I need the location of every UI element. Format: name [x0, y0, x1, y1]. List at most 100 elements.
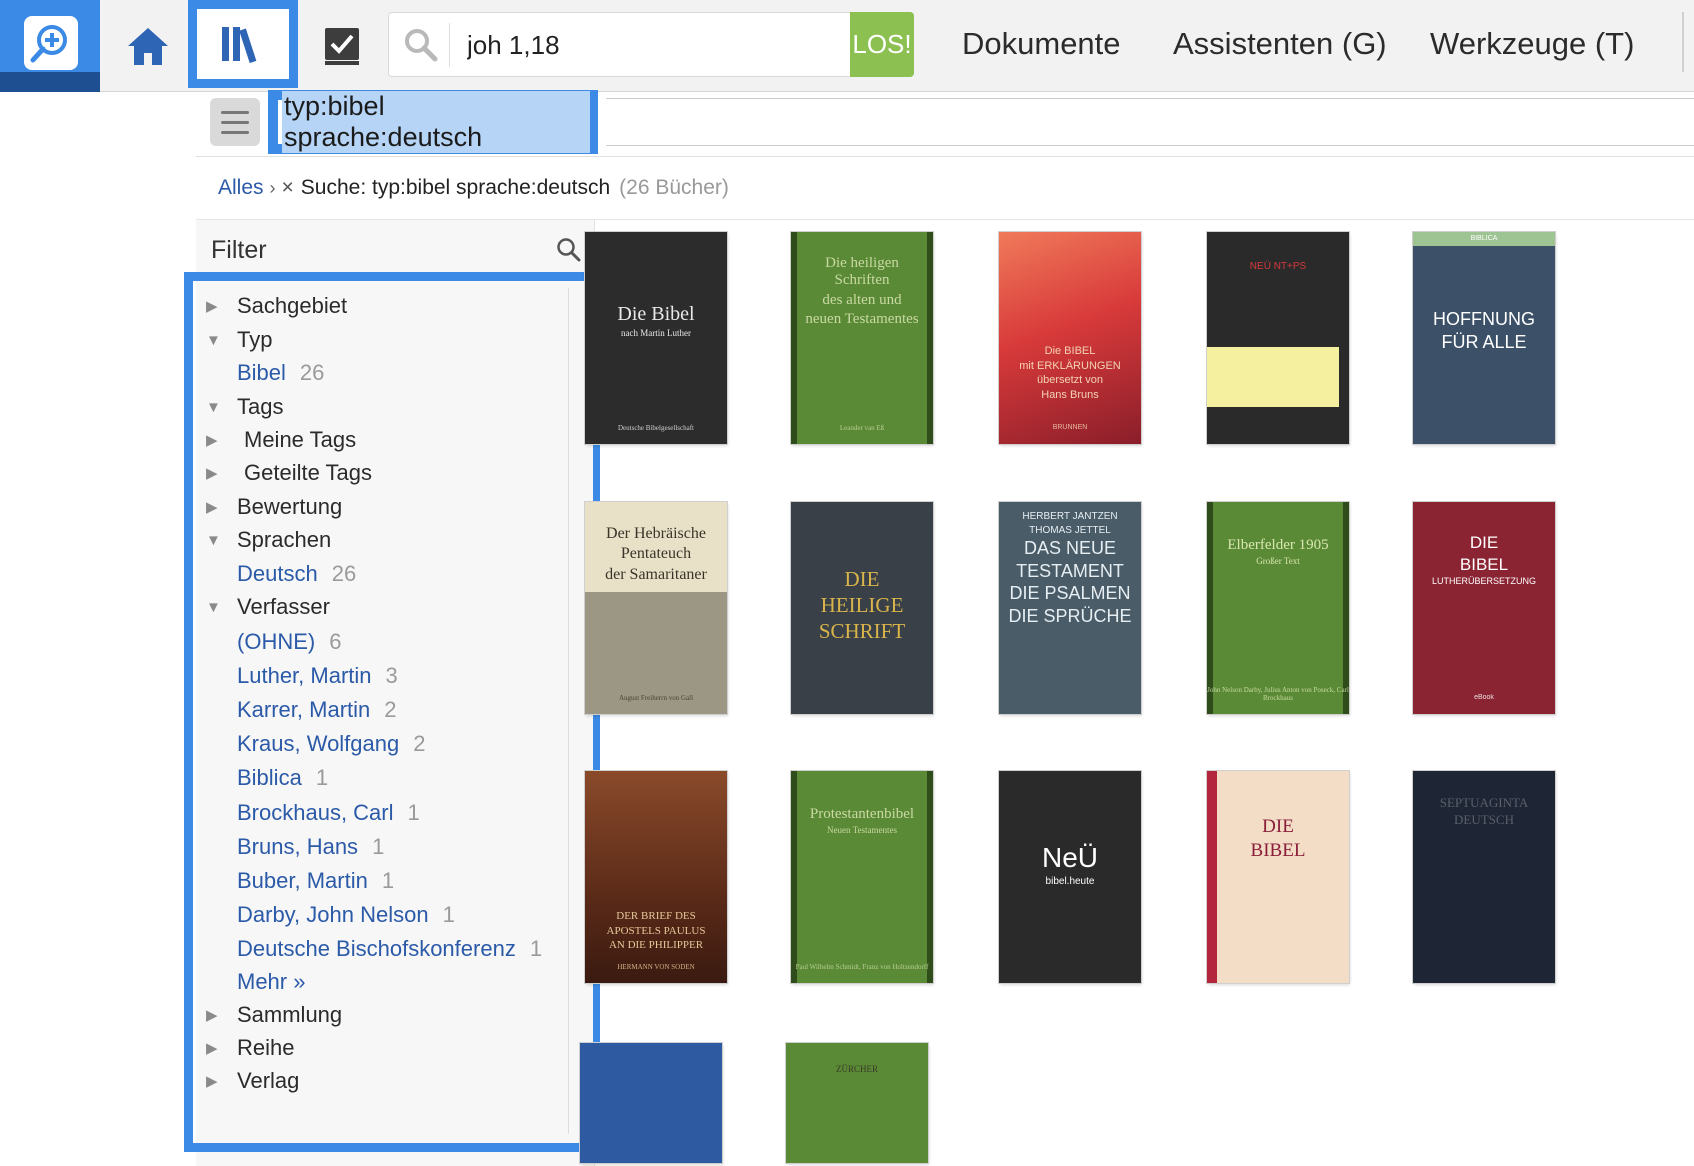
book-title-line: SCHRIFT: [818, 619, 906, 644]
book-title-line: Elberfelder 1905: [1227, 537, 1329, 553]
library-icon: [222, 27, 257, 63]
book-title-line: DIE: [1469, 533, 1499, 552]
query-input-track[interactable]: [606, 98, 1694, 146]
book-title: BIBLICA HOFFNUNG FÜR ALLE: [1413, 232, 1555, 353]
tasks-button[interactable]: [306, 0, 378, 91]
book-title-line: TESTAMENT: [1016, 560, 1124, 581]
book-title: NEÜ NT+PS: [1207, 260, 1349, 274]
filter-scrollbar-track[interactable]: [568, 288, 569, 1134]
book-title-line: NeÜ: [1041, 842, 1098, 873]
book-cover[interactable]: Protestantenbibel Neuen Testamentes Paul W…: [791, 771, 933, 983]
book-author: eBook: [1474, 693, 1494, 701]
filter-title: Filter: [211, 236, 267, 264]
book-cover[interactable]: Der Hebräische Pentateuch der Samaritaner A…: [585, 502, 727, 714]
book-title-line: NEÜ NT+PS: [1249, 261, 1307, 272]
book-author: HERMANN VON SODEN: [617, 962, 695, 971]
book-title-line: HOFFNUNG: [1433, 309, 1535, 330]
book-author: Paul Wilhelm Schmidt, Franz von Holtzend…: [795, 962, 929, 971]
book-cover-band: [1207, 347, 1339, 407]
menu-assistants[interactable]: Assistenten (G): [1173, 26, 1387, 62]
book-title-line: FÜR ALLE: [1441, 331, 1527, 352]
book-title-line: übersetzt von: [1036, 374, 1104, 387]
book-title-line: DEUTSCH: [1454, 811, 1514, 827]
book-title: DIE BIBEL LUTHERÜBERSETZUNG: [1413, 532, 1555, 587]
book-cover[interactable]: BIBLICA HOFFNUNG FÜR ALLE: [1413, 232, 1555, 444]
library-filter-input[interactable]: typ:bibel sprache:deutsch: [278, 91, 590, 153]
book-title: Elberfelder 1905 Großer Text: [1207, 536, 1349, 568]
book-cover[interactable]: DIE BIBEL LUTHERÜBERSETZUNG eBook: [1413, 502, 1555, 714]
book-title-line: Die Bibel: [617, 303, 695, 325]
book-title-line: bibel.heute: [1045, 876, 1095, 888]
book-cover[interactable]: Die Bibel nach Martin Luther Deutsche Bibe…: [585, 232, 727, 444]
book-title-line: Protestantenbibel: [809, 806, 915, 822]
book-title-line: THOMAS JETTEL: [1029, 524, 1111, 536]
book-cover[interactable]: ZÜRCHER: [786, 1043, 928, 1163]
app-logo[interactable]: [0, 0, 100, 94]
book-title-line: DIE SPRÜCHE: [1008, 606, 1132, 627]
search-go-button[interactable]: LOS!: [850, 12, 914, 77]
book-title: Die BIBEL mit ERKLÄRUNGEN übersetzt von Han…: [999, 344, 1141, 403]
book-title: Protestantenbibel Neuen Testamentes: [791, 805, 933, 837]
book-cover[interactable]: Die BIBEL mit ERKLÄRUNGEN übersetzt von Han…: [999, 232, 1141, 444]
book-title-line: DER BRIEF DES: [616, 910, 696, 922]
book-title-line: APOSTELS PAULUS: [606, 924, 706, 937]
book-cover[interactable]: HERBERT JANTZEN THOMAS JETTEL DAS NEUE TEST…: [999, 502, 1141, 714]
book-title-line: DAS NEUE: [1023, 538, 1117, 558]
book-title-line: HERBERT JANTZEN: [1022, 511, 1118, 522]
book-cover[interactable]: [580, 1043, 722, 1163]
search-box: LOS!: [388, 12, 914, 77]
book-title: Die heiligen Schriften des alten und neuen…: [791, 254, 933, 329]
book-title-line: Die BIBEL: [1044, 345, 1096, 357]
remove-search-button[interactable]: ×: [282, 176, 294, 200]
book-cover[interactable]: NEÜ NT+PS: [1207, 232, 1349, 444]
book-cover[interactable]: DIE HEILIGE SCHRIFT: [791, 502, 933, 714]
breadcrumb-separator: ›: [269, 177, 276, 198]
breadcrumb-all-link[interactable]: Alles: [218, 176, 264, 200]
book-title: DER BRIEF DES APOSTELS PAULUS AN DIE PHILI…: [585, 909, 727, 953]
book-cover[interactable]: SEPTUAGINTA DEUTSCH: [1413, 771, 1555, 983]
menu-documents[interactable]: Dokumente: [962, 26, 1121, 62]
book-title-line: HEILIGE: [820, 593, 904, 618]
search-input[interactable]: [465, 25, 829, 65]
book-title-line: nach Martin Luther: [621, 328, 691, 338]
book-title-line: neuen Testamentes: [805, 310, 919, 327]
checkbox-icon: [325, 27, 359, 65]
menu-hamburger-icon[interactable]: [210, 98, 260, 146]
book-author: Leander van Eß: [839, 423, 885, 432]
left-gutter: [0, 92, 194, 1166]
book-title: Die Bibel nach Martin Luther: [585, 302, 727, 339]
book-cover[interactable]: DIE BIBEL: [1207, 771, 1349, 983]
home-button[interactable]: [112, 0, 184, 91]
book-cover[interactable]: Elberfelder 1905 Großer Text John Nelson D…: [1207, 502, 1349, 714]
library-button[interactable]: [188, 0, 298, 88]
search-plus-logo-icon: [24, 16, 78, 75]
book-cover[interactable]: NeÜ bibel.heute: [999, 771, 1141, 983]
book-title-line: AN DIE PHILIPPER: [608, 939, 704, 952]
search-icon: [403, 27, 439, 68]
book-title-line: ZÜRCHER: [835, 1064, 878, 1074]
book-title-line: Die heiligen Schriften: [825, 255, 899, 289]
book-title: DIE BIBEL: [1207, 815, 1349, 863]
book-cover[interactable]: Die heiligen Schriften des alten und neuen…: [791, 232, 933, 444]
menu-tools[interactable]: Werkzeuge (T): [1430, 26, 1634, 62]
book-title-line: Großer Text: [1256, 556, 1300, 567]
book-title-line: SEPTUAGINTA: [1439, 795, 1529, 810]
book-title-line: Pentateuch: [620, 545, 692, 563]
book-title-line: DIE PSALMEN: [1009, 583, 1131, 604]
book-title: NeÜ bibel.heute: [999, 841, 1141, 889]
book-title-line: DIE: [1262, 816, 1294, 837]
book-title-line: der Samaritaner: [605, 565, 707, 583]
book-title-line: des alten und: [822, 291, 902, 308]
book-title-line: BIBLICA: [1413, 232, 1555, 247]
filter-header: Filter: [196, 220, 594, 280]
book-cover[interactable]: DER BRIEF DES APOSTELS PAULUS AN DIE PHILI…: [585, 771, 727, 983]
library-query-bar: typ:bibel sprache:deutsch: [196, 90, 1694, 157]
book-author: August Freiherrn von Gall: [618, 693, 694, 702]
toolbar-divider: [1682, 12, 1684, 72]
result-count: (26 Bücher): [619, 176, 729, 199]
filter-search-icon[interactable]: [556, 237, 582, 268]
book-title-line: Hans Bruns: [1041, 388, 1099, 401]
book-author: Deutsche Bibelgesellschaft: [617, 423, 694, 432]
book-title: HERBERT JANTZEN THOMAS JETTEL DAS NEUE TEST…: [999, 510, 1141, 628]
book-title-line: LUTHERÜBERSETZUNG: [1431, 576, 1536, 587]
